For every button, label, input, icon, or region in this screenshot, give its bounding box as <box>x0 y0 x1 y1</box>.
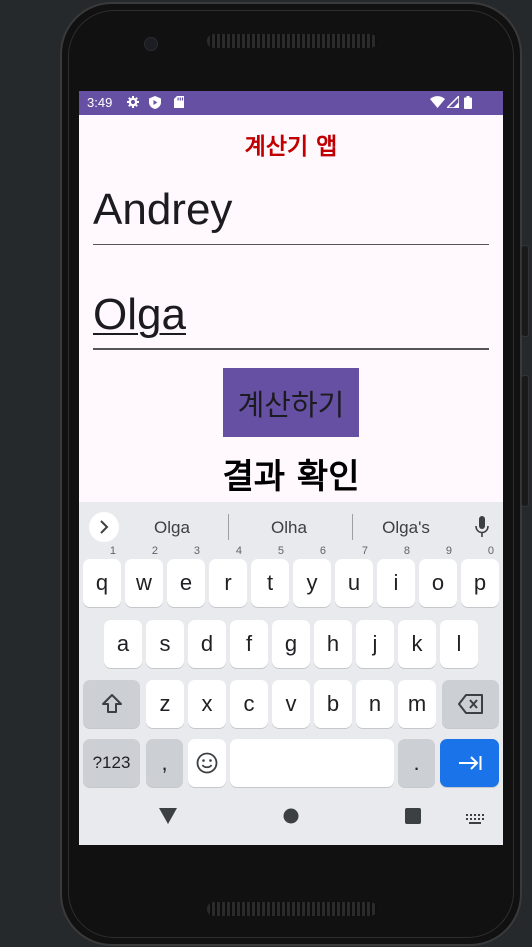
device-screen: 3:49 계산기 앱 Andrey Olga 계산하기 결과 확인 Olga O… <box>79 91 503 845</box>
key-b[interactable]: b <box>314 680 352 728</box>
shift-key[interactable] <box>83 680 140 728</box>
status-bar: 3:49 <box>79 91 503 115</box>
suggestion-3[interactable]: Olga's <box>356 518 456 538</box>
back-icon[interactable] <box>159 808 177 829</box>
enter-key[interactable] <box>440 739 499 787</box>
navigation-bar <box>79 796 503 845</box>
key-q[interactable]: q1 <box>83 545 121 607</box>
wifi-icon <box>429 96 445 110</box>
recents-icon[interactable] <box>405 808 421 829</box>
suggestion-1[interactable]: Olga <box>122 518 222 538</box>
mic-icon[interactable] <box>475 516 489 538</box>
expand-suggestions-icon[interactable] <box>89 512 119 542</box>
signal-icon <box>445 94 460 110</box>
key-e[interactable]: e3 <box>167 545 205 607</box>
space-key[interactable] <box>230 739 394 787</box>
period-key[interactable]: . <box>398 739 435 787</box>
key-m[interactable]: m <box>398 680 436 728</box>
suggestion-2[interactable]: Olha <box>239 518 339 538</box>
keyboard-switch-icon[interactable] <box>466 810 484 831</box>
key-t[interactable]: t5 <box>251 545 289 607</box>
soft-keyboard: Olga Olha Olga's q1 w2 e3 r4 t5 y6 u7 i8… <box>79 502 503 845</box>
key-k[interactable]: k <box>398 620 436 668</box>
front-camera <box>144 37 158 51</box>
app-title: 계산기 앱 <box>244 134 338 160</box>
home-icon[interactable] <box>283 808 299 829</box>
key-r[interactable]: r4 <box>209 545 247 607</box>
key-p[interactable]: p0 <box>461 545 499 607</box>
key-a[interactable]: a <box>104 620 142 668</box>
key-n[interactable]: n <box>356 680 394 728</box>
key-o[interactable]: o9 <box>419 545 457 607</box>
name-input-1[interactable]: Andrey <box>93 185 489 245</box>
backspace-icon <box>457 694 483 714</box>
battery-icon <box>463 96 473 110</box>
name-input-2-value: Olga <box>93 290 186 339</box>
bottom-speaker <box>207 902 377 916</box>
key-u[interactable]: u7 <box>335 545 373 607</box>
key-i[interactable]: i8 <box>377 545 415 607</box>
emoji-key[interactable] <box>188 739 226 787</box>
suggestion-strip: Olga Olha Olga's <box>79 502 503 550</box>
volume-button <box>521 245 529 337</box>
key-h[interactable]: h <box>314 620 352 668</box>
key-x[interactable]: x <box>188 680 226 728</box>
key-y[interactable]: y6 <box>293 545 331 607</box>
key-f[interactable]: f <box>230 620 268 668</box>
key-z[interactable]: z <box>146 680 184 728</box>
key-j[interactable]: j <box>356 620 394 668</box>
settings-icon <box>127 96 139 110</box>
key-c[interactable]: c <box>230 680 268 728</box>
result-label: 결과 확인 <box>222 457 360 497</box>
name-input-1-value: Andrey <box>93 185 233 234</box>
comma-key[interactable]: , <box>146 739 183 787</box>
key-d[interactable]: d <box>188 620 226 668</box>
emoji-icon <box>196 752 218 774</box>
key-g[interactable]: g <box>272 620 310 668</box>
power-button <box>521 375 529 507</box>
shift-icon <box>101 694 122 713</box>
sd-card-icon <box>173 96 185 110</box>
top-speaker <box>207 34 377 48</box>
enter-icon <box>458 756 481 770</box>
calculate-button[interactable]: 계산하기 <box>223 368 359 437</box>
key-l[interactable]: l <box>440 620 478 668</box>
key-w[interactable]: w2 <box>125 545 163 607</box>
symbols-key[interactable]: ?123 <box>83 739 140 787</box>
key-s[interactable]: s <box>146 620 184 668</box>
play-protect-icon <box>149 96 161 110</box>
backspace-key[interactable] <box>442 680 499 728</box>
key-v[interactable]: v <box>272 680 310 728</box>
name-input-2[interactable]: Olga <box>93 290 489 350</box>
status-time: 3:49 <box>87 95 113 110</box>
